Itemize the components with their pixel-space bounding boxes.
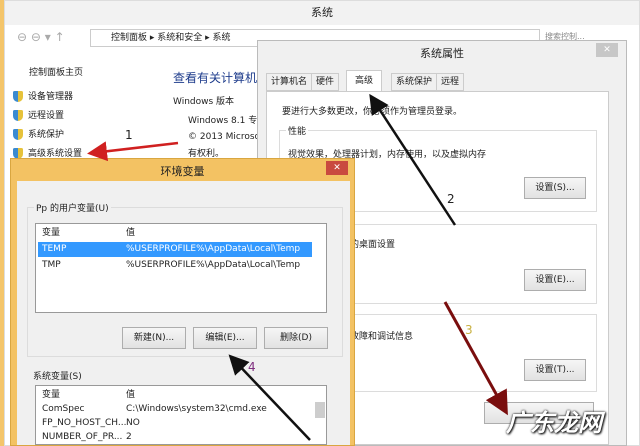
annotation-4: 4 bbox=[248, 360, 256, 374]
annotation-1: 1 bbox=[125, 128, 133, 142]
watermark: 广东龙网 bbox=[506, 409, 602, 437]
annotation-2: 2 bbox=[447, 192, 455, 206]
arrow-3 bbox=[443, 301, 508, 416]
annotation-3: 3 bbox=[465, 323, 473, 337]
arrow-2 bbox=[369, 93, 457, 226]
arrow-1 bbox=[87, 141, 179, 162]
arrow-4 bbox=[228, 354, 311, 441]
annotation-arrows bbox=[87, 93, 508, 441]
